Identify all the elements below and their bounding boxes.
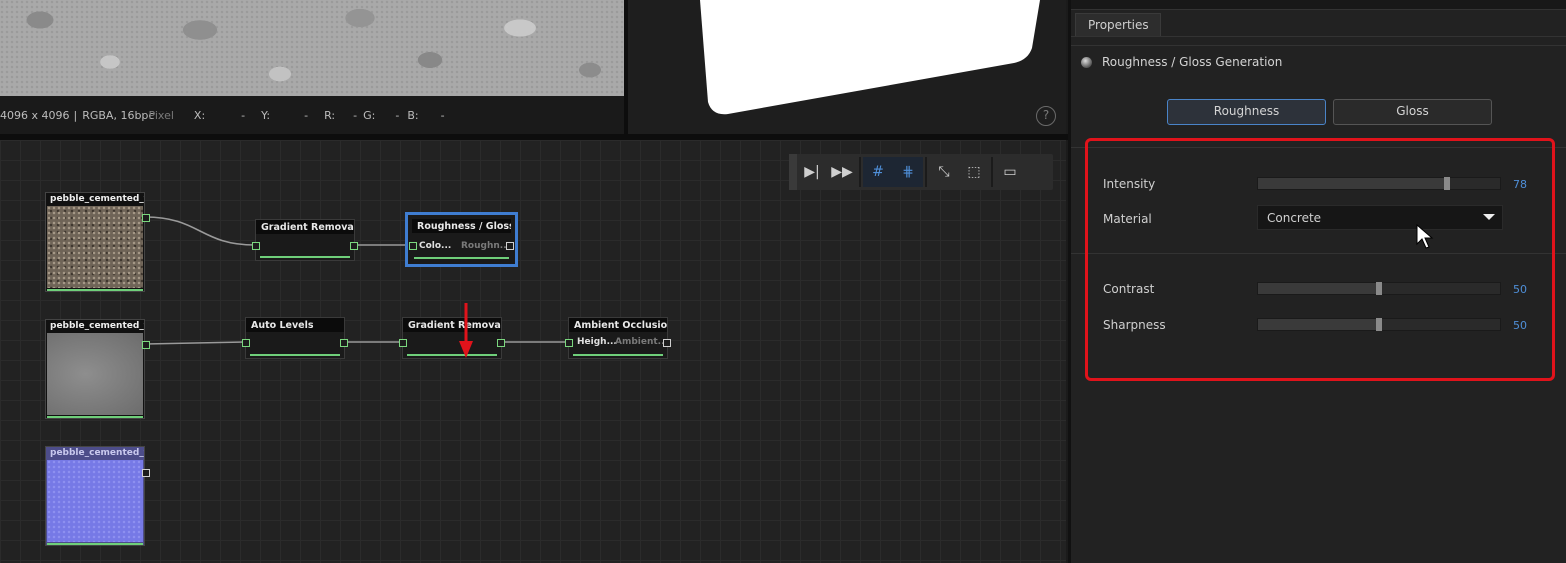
basecolor-thumbnail [47,206,143,288]
pixel-label: Pixel [148,108,174,122]
input-port[interactable] [565,339,573,347]
output-port[interactable] [350,242,358,250]
gradient-removal-node-2[interactable]: Gradient Removal [399,317,505,359]
graph-wires [144,216,568,345]
output-port[interactable] [663,339,671,347]
output-port[interactable] [497,339,505,347]
toolbar-divider [925,157,927,187]
wire [144,341,246,345]
3d-plane-mesh [700,0,1040,115]
node-status-bar [47,289,143,291]
input-node-label: pebble_cemented_flo [50,194,144,204]
input-node-label: pebble_cemented_flo [50,321,144,331]
step-icon[interactable]: ▶| [797,157,827,187]
annotation-highlight-box [1085,138,1555,381]
node-status-bar [414,257,509,259]
toolbar-divider [991,157,993,187]
normal-thumbnail [47,460,143,542]
b-label: B: [407,108,419,122]
image-size: 4096 x 4096 [0,108,70,122]
roughness-mode-button[interactable]: Roughness [1167,99,1326,125]
output-port-label: Roughn... [461,241,511,251]
collapse-icon[interactable]: ⤡ [929,157,959,187]
input-port-label: Heigh... [577,337,617,347]
wire [144,216,256,246]
node-graph[interactable]: ▶| ▶▶ # ⋕ ⤡ ⬚ ▭ pebble_cemented_flo pebb… [0,140,1066,563]
x-label: X: [193,108,206,122]
toolbar-handle[interactable] [789,154,797,190]
node-status-bar [47,543,143,545]
graph-toolbar: ▶| ▶▶ # ⋕ ⤡ ⬚ ▭ [789,154,1053,190]
tab-underline [1071,36,1566,37]
r-label: R: [324,108,336,122]
grid-icon[interactable]: # [863,157,893,187]
node-title: Roughness / Gloss... [412,219,511,233]
node-title: Ambient Occlusion... [569,318,667,332]
input-port[interactable] [252,242,260,250]
input-port-label: Colo... [419,241,452,251]
output-port-label: Ambient... [615,337,668,347]
help-icon[interactable]: ? [1036,106,1056,126]
input-node-label: pebble_cemented_flo [50,448,144,458]
3d-viewport[interactable]: ? [628,0,1066,134]
node-status-bar [573,354,663,356]
node-icon [1081,56,1092,68]
node-title: Auto Levels [246,318,344,332]
output-port[interactable] [142,341,150,349]
section-header[interactable]: Roughness / Gloss Generation [1081,55,1282,69]
input-port[interactable] [399,339,407,347]
node-title: Gradient Removal [256,220,354,234]
input-node-basecolor[interactable]: pebble_cemented_flo [45,192,150,292]
x-value: - [241,108,246,122]
node-status-bar [407,354,497,356]
toolbar-divider [859,157,861,187]
tab-properties[interactable]: Properties [1075,13,1161,37]
ambient-occlusion-node[interactable]: Ambient Occlusion... Heigh... Ambient... [565,317,671,359]
annotation-arrow [459,303,473,358]
y-label: Y: [261,108,271,122]
output-port[interactable] [340,339,348,347]
g-label: G: [363,108,376,122]
2d-viewport[interactable]: 4096 x 4096 | RGBA, 16bpc Pixel X: - Y: … [0,0,624,134]
node-status-bar [260,256,350,258]
r-value: - [353,108,358,122]
g-value: - [395,108,400,122]
input-port[interactable] [409,242,417,250]
mouse-cursor-icon [1416,224,1434,249]
section-divider [1071,45,1566,46]
height-thumbnail [47,333,143,415]
status-separator: | [73,108,78,122]
output-port[interactable] [506,242,514,250]
node-status-bar [47,416,143,418]
input-port[interactable] [242,339,250,347]
add-frame-icon[interactable]: ▭ [995,157,1025,187]
section-title: Roughness / Gloss Generation [1102,55,1283,69]
roughness-gloss-node[interactable]: Roughness / Gloss... Colo... Roughn... [405,212,518,267]
gloss-mode-button[interactable]: Gloss [1333,99,1492,125]
texture-preview[interactable] [0,0,624,96]
input-node-normal[interactable]: pebble_cemented_flo [45,446,150,546]
b-value: - [440,108,445,122]
node-title: Gradient Removal [403,318,501,332]
status-bar: 4096 x 4096 | RGBA, 16bpc Pixel X: - Y: … [0,96,624,134]
auto-levels-node[interactable]: Auto Levels [242,317,348,359]
gradient-removal-node[interactable]: Gradient Removal [252,219,358,261]
frame-icon[interactable]: ⬚ [959,157,989,187]
fast-forward-icon[interactable]: ▶▶ [827,157,857,187]
y-value: - [304,108,309,122]
image-format: RGBA, 16bpc [82,108,155,122]
input-node-height[interactable]: pebble_cemented_flo [45,319,150,419]
output-port[interactable] [142,469,150,477]
node-status-bar [250,354,340,356]
output-port[interactable] [142,214,150,222]
snap-grid-icon[interactable]: ⋕ [893,157,923,187]
panel-header-strip [1071,0,1566,10]
